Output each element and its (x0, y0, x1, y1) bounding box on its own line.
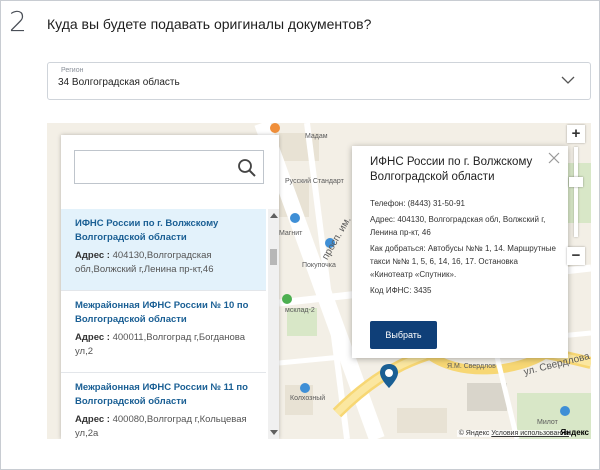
map-label-medservice: мсклад-2 (285, 307, 315, 314)
list-item-title: Межрайонная ИФНС России № 11 по Волгогра… (75, 382, 248, 407)
balloon-details: Телефон: (8443) 31-50-91 Адрес: 404130, … (370, 197, 562, 300)
map[interactable]: Мадам Русский Стандарт Магнит просп. им.… (47, 123, 591, 439)
list-scrollbar[interactable] (268, 209, 279, 439)
zoom-in-button[interactable]: + (567, 125, 585, 143)
region-caption: Регион (61, 67, 84, 74)
yandex-logo: Яндекс (560, 428, 589, 437)
balloon-title: ИФНС России по г. Волжскому Волгоградско… (370, 156, 533, 183)
map-label-kolkhozny: Колхозный (290, 395, 326, 402)
scroll-down-icon[interactable] (270, 430, 278, 435)
step-number: 2 (9, 5, 27, 38)
list-item-office-1[interactable]: ИФНС России по г. Волжскому Волгоградско… (61, 209, 266, 291)
zoom-out-button[interactable]: − (567, 247, 585, 265)
balloon-ifns-code: Код ИФНС: 3435 (370, 286, 432, 295)
office-marker-icon[interactable] (379, 363, 399, 389)
map-label-magnit: Магнит (279, 230, 303, 237)
list-item-title: ИФНС России по г. Волжскому Волгоградско… (75, 218, 219, 243)
select-office-button[interactable]: Выбрать (370, 321, 437, 349)
map-label-standart: Русский Стандарт (285, 178, 344, 185)
list-item-title: Межрайонная ИФНС России № 10 по Волгогра… (75, 300, 249, 325)
balloon-phone: Телефон: (8443) 31-50-91 (370, 199, 466, 208)
region-select[interactable]: Регион 34 Волгоградская область (47, 62, 591, 100)
list-item-address: Адрес : 400011,Волгоград г,Богданова ул,… (75, 332, 246, 357)
balloon-tail (83, 357, 97, 371)
search-icon[interactable] (237, 158, 257, 178)
scroll-thumb[interactable] (270, 249, 277, 265)
map-label-yam-sverdlov: Я.М. Свердлов (447, 363, 496, 370)
map-label-pokupochka: Покупочка (302, 262, 336, 269)
search-input[interactable] (74, 150, 264, 184)
zoom-slider-handle[interactable] (569, 177, 583, 187)
map-copyright: © Яндекс Условия использования (456, 430, 571, 437)
office-info-balloon: ИФНС России по г. Волжскому Волгоградско… (352, 146, 568, 358)
page-frame: 2 Куда вы будете подавать оригиналы доку… (0, 0, 600, 470)
step-title: Куда вы будете подавать оригиналы докуме… (47, 16, 372, 32)
chevron-down-icon (561, 76, 575, 84)
map-label-milot: Милот (537, 419, 558, 426)
zoom-slider-track[interactable] (569, 147, 583, 237)
list-item-office-3[interactable]: Межрайонная ИФНС России № 11 по Волгогра… (61, 373, 266, 439)
balloon-address: Адрес: 404130, Волгоградская обл, Волжск… (370, 215, 546, 237)
office-list-panel: ИФНС России по г. Волжскому Волгоградско… (61, 135, 279, 439)
terms-link[interactable]: Условия использования (491, 430, 569, 437)
scroll-up-icon[interactable] (270, 213, 278, 218)
balloon-directions: Как добраться: Автобусы №№ 1, 14. Маршру… (370, 244, 556, 279)
list-item-address: Адрес : 400080,Волгоград г,Кольцевая ул,… (75, 414, 247, 439)
map-label-madam: Мадам (305, 133, 328, 140)
region-value: 34 Волгоградская область (58, 77, 180, 88)
list-item-address: Адрес : 404130,Волгоградская обл,Волжски… (75, 250, 214, 275)
office-list[interactable]: ИФНС России по г. Волжскому Волгоградско… (61, 209, 279, 439)
